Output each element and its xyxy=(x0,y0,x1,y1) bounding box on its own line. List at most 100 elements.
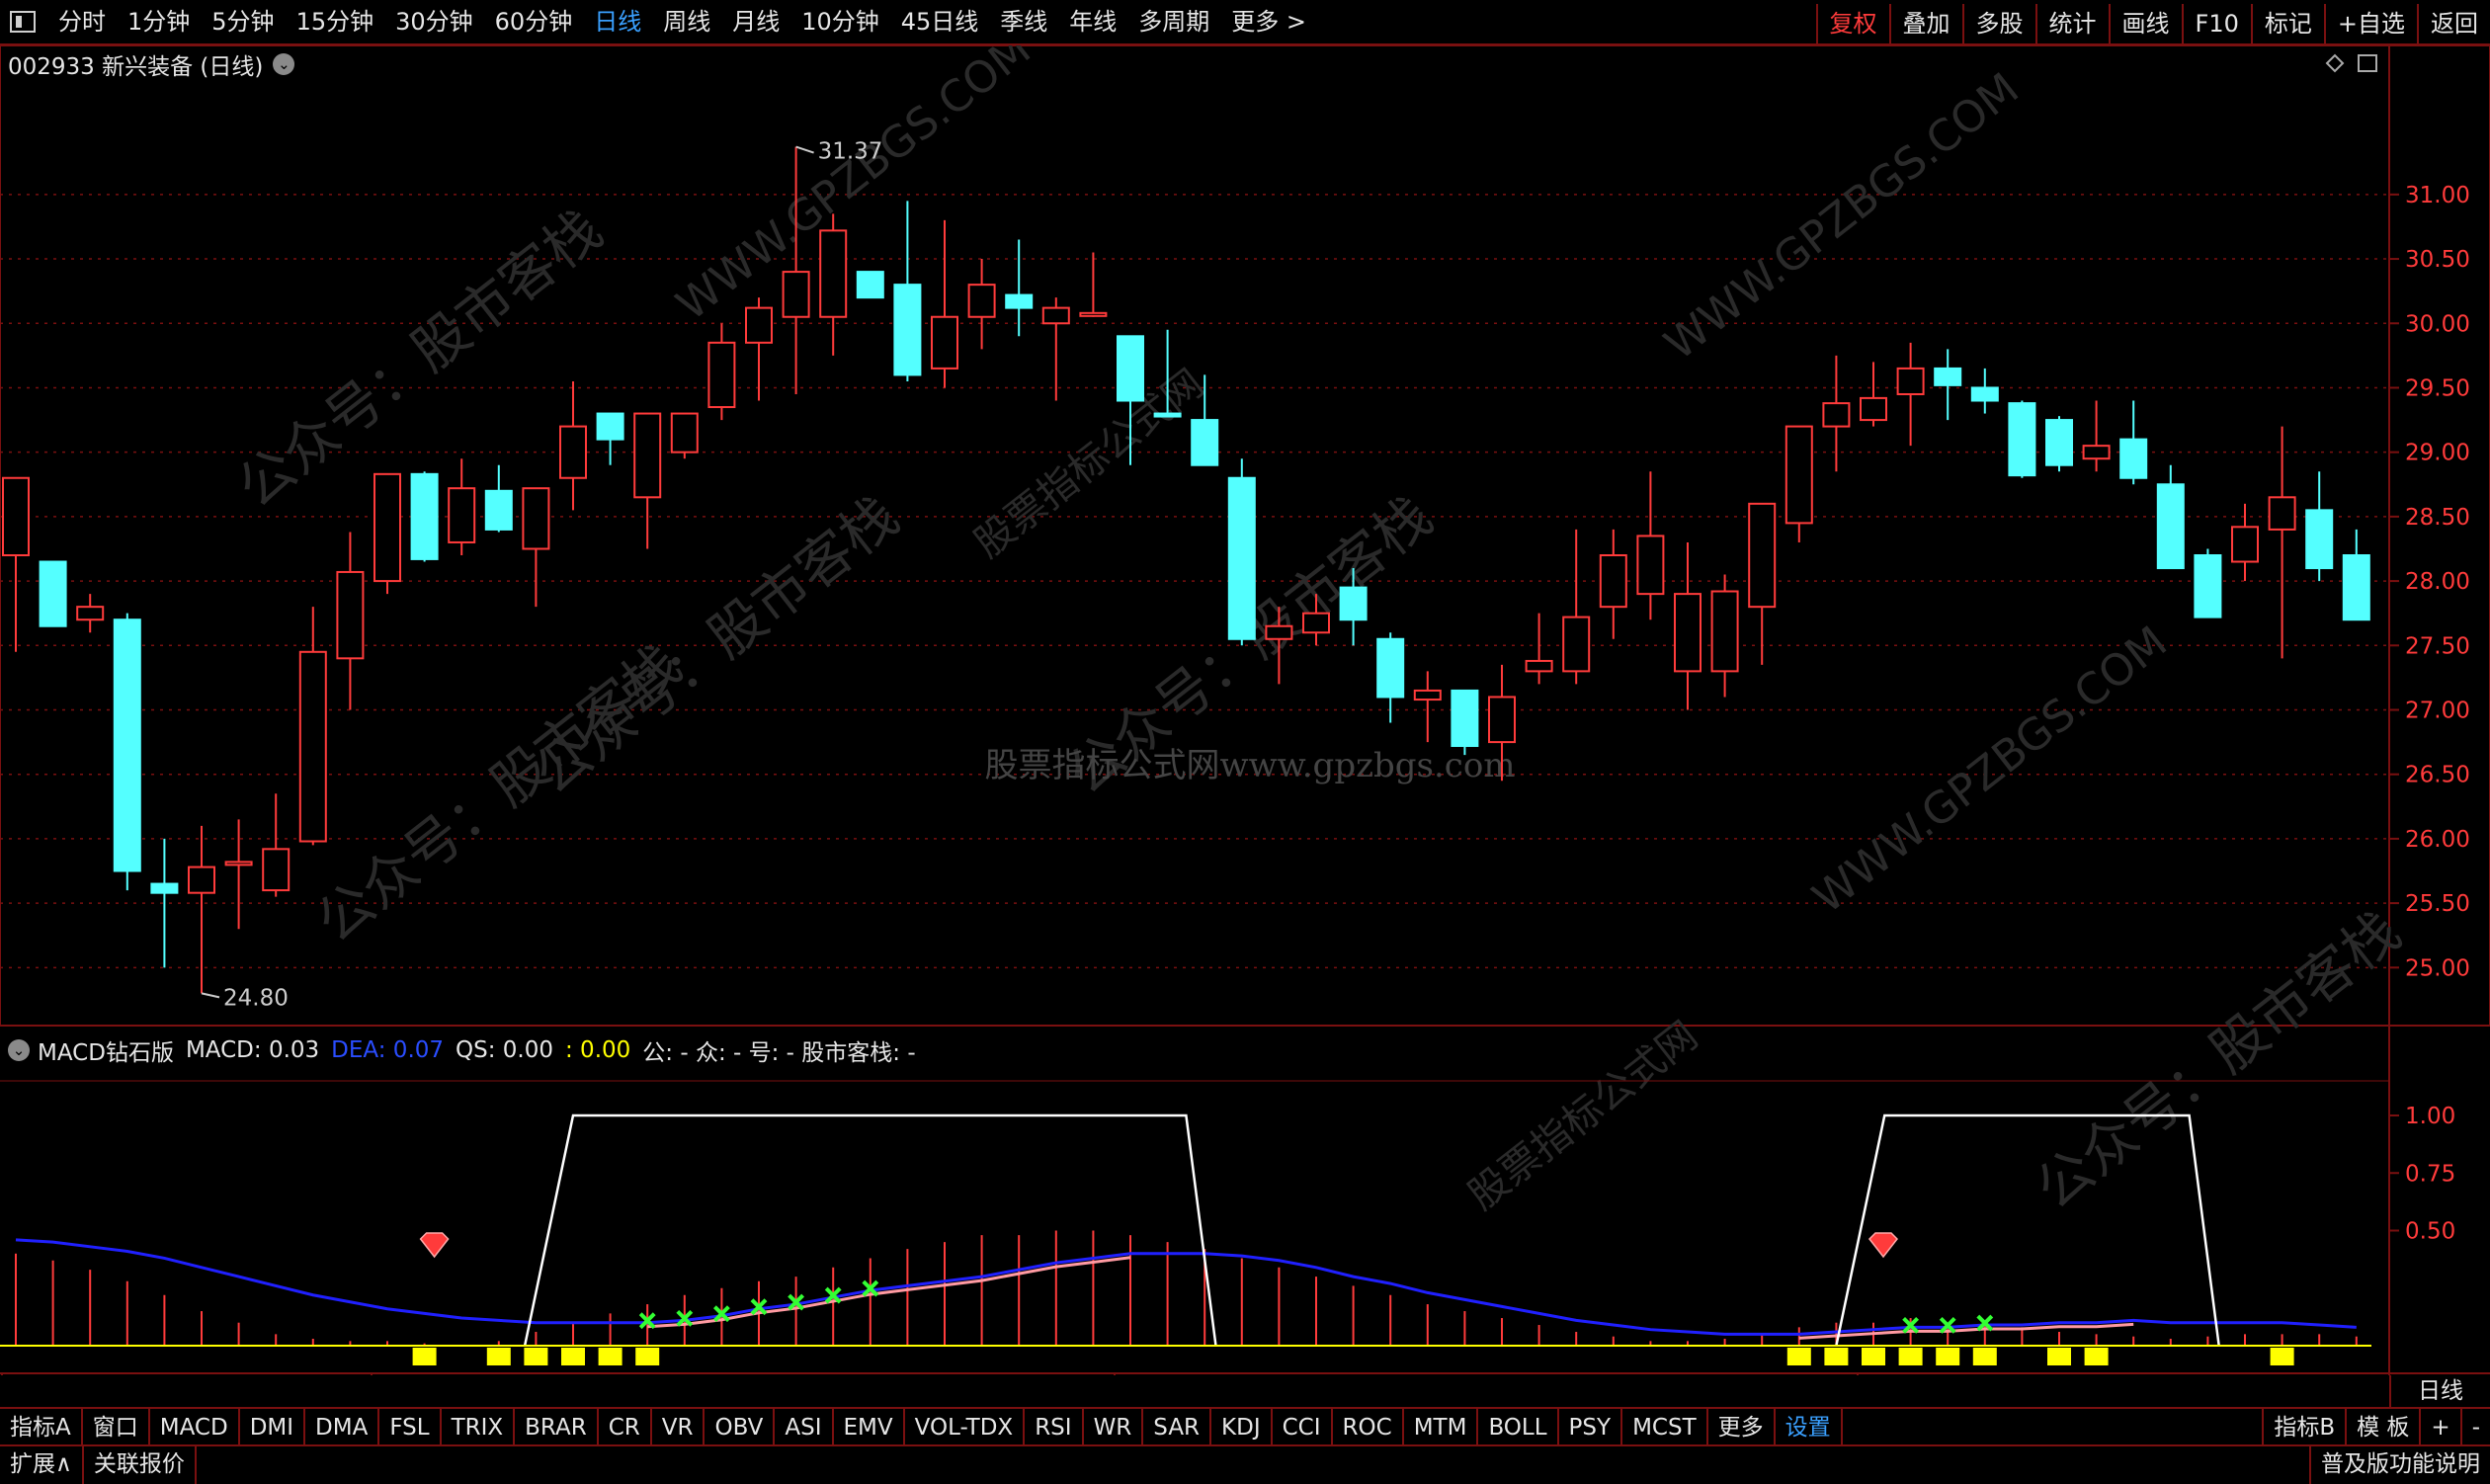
expand-button[interactable]: 扩展∧ xyxy=(0,1446,84,1484)
candle xyxy=(2119,400,2148,485)
candle-body-down xyxy=(2342,554,2370,621)
indicator-tab-12[interactable]: EMV xyxy=(834,1409,905,1444)
period-7[interactable]: 周线 xyxy=(652,0,721,44)
chart-area[interactable]: 31.00 30.50 30.00 29.50 29.00 28.50 28.00 27.50… xyxy=(0,45,2490,1375)
indicator-tabs: 指标A 窗口 MACD DMI DMA FSL TRIX BRAR CR VR OBV ASI EMV V… xyxy=(0,1407,2490,1446)
tab-right-2[interactable]: + xyxy=(2419,1409,2459,1444)
indicator-tab-5[interactable]: FSL xyxy=(379,1409,442,1444)
indicator-tab-2[interactable]: MACD xyxy=(150,1409,240,1444)
period-5[interactable]: 60分钟 xyxy=(484,0,584,44)
top-toolbar: 分时 1分钟 5分钟 15分钟 30分钟 60分钟 日线 周线 月线 10分钟 45日线 季线 年线 多周… xyxy=(0,0,2490,45)
indicator-tab-19[interactable]: ROC xyxy=(1333,1409,1404,1444)
indicator-tab-11[interactable]: ASI xyxy=(775,1409,834,1444)
candle xyxy=(336,532,365,710)
period-9[interactable]: 10分钟 xyxy=(790,0,890,44)
toolbar-button-1[interactable]: 叠加 xyxy=(1888,3,1962,43)
indicator-tab-3[interactable]: DMI xyxy=(240,1409,306,1444)
period-6[interactable]: 日线 xyxy=(583,0,652,44)
toolbar-button-0[interactable]: 复权 xyxy=(1815,3,1889,43)
period-2[interactable]: 5分钟 xyxy=(201,0,285,44)
main-y-tick-label: 26.00 xyxy=(2405,827,2470,853)
period-12[interactable]: 年线 xyxy=(1058,0,1127,44)
title-menu-icon[interactable]: ⌄ xyxy=(273,53,295,75)
indicator-tab-9[interactable]: VR xyxy=(652,1409,706,1444)
candle-body-down xyxy=(1451,689,1479,748)
tab-right-1[interactable]: 模 板 xyxy=(2345,1409,2419,1444)
candle xyxy=(484,464,513,533)
signal-block xyxy=(561,1348,585,1365)
period-14[interactable]: 更多 > xyxy=(1220,0,1317,44)
indicator-tab-13[interactable]: VOL-TDX xyxy=(905,1409,1026,1444)
candle-body-up xyxy=(633,412,662,499)
indicator-tab-10[interactable]: OBV xyxy=(705,1409,776,1444)
candle-body-up xyxy=(2,476,30,556)
candle xyxy=(1376,632,1405,723)
candle xyxy=(596,412,624,465)
indicator-name[interactable]: MACD钻石版 xyxy=(38,1033,174,1067)
toolbar-button-6[interactable]: 标记 xyxy=(2250,3,2324,43)
candle xyxy=(298,607,327,846)
indicator-tab-22[interactable]: PSY xyxy=(1559,1409,1623,1444)
indicator-tab-1[interactable]: 窗口 xyxy=(83,1409,150,1444)
indicator-tab-17[interactable]: KDJ xyxy=(1211,1409,1273,1444)
indicator-tab-23[interactable]: MCST xyxy=(1622,1409,1708,1444)
candle xyxy=(2305,471,2334,582)
candle-body-up xyxy=(262,848,290,892)
indicator-tab-20[interactable]: MTM xyxy=(1404,1409,1479,1444)
main-y-tick-label: 31.00 xyxy=(2405,183,2470,208)
candle-body-down xyxy=(2119,438,2148,479)
candle xyxy=(633,412,662,549)
candle-body-up xyxy=(1822,402,1851,428)
candle xyxy=(1896,342,1925,447)
toolbar-button-3[interactable]: 统计 xyxy=(2034,3,2109,43)
panel-toggle-icon[interactable] xyxy=(10,11,36,33)
signal-block xyxy=(1898,1348,1923,1365)
toolbar-button-7[interactable]: +自选 xyxy=(2323,3,2417,43)
indicator-tab-8[interactable]: CR xyxy=(599,1409,652,1444)
indicator-tab-14[interactable]: RSI xyxy=(1025,1409,1084,1444)
period-13[interactable]: 多周期 xyxy=(1127,0,1220,44)
indicator-tab-7[interactable]: BRAR xyxy=(515,1409,599,1444)
indicator-tab-16[interactable]: SAR xyxy=(1143,1409,1212,1444)
candle xyxy=(39,560,67,627)
candle xyxy=(2156,464,2185,570)
toolbar-button-4[interactable]: 画线 xyxy=(2108,3,2182,43)
period-10[interactable]: 45日线 xyxy=(890,0,990,44)
signal-block xyxy=(412,1348,437,1365)
indicator-tab-0[interactable]: 指标A xyxy=(0,1409,83,1444)
indicator-tab-4[interactable]: DMA xyxy=(305,1409,380,1444)
indicator-tab-18[interactable]: CCI xyxy=(1273,1409,1333,1444)
toolbar-button-2[interactable]: 多股 xyxy=(1961,3,2035,43)
period-11[interactable]: 季线 xyxy=(989,0,1058,44)
period-4[interactable]: 30分钟 xyxy=(384,0,484,44)
candle-body-up xyxy=(967,284,996,318)
candle-body-down xyxy=(2156,483,2185,570)
indicator-tab-15[interactable]: WR xyxy=(1084,1409,1144,1444)
candle xyxy=(1710,574,1739,698)
candle xyxy=(2342,529,2370,621)
tab-right-0[interactable]: 指标B xyxy=(2262,1409,2345,1444)
candle-body-up xyxy=(1674,593,1702,673)
linked-quote-button[interactable]: 关联报价 xyxy=(84,1446,197,1484)
toolbar-button-8[interactable]: 返回 xyxy=(2417,3,2490,43)
candle-body-down xyxy=(2194,554,2222,618)
toolbar-button-5[interactable]: F10 xyxy=(2181,3,2251,43)
version-info[interactable]: 普及版功能说明 xyxy=(2309,1446,2490,1484)
panel-layout-icon xyxy=(2358,54,2377,72)
qs-line xyxy=(1835,1113,2220,1347)
period-0[interactable]: 分时 xyxy=(47,0,117,44)
indicator-tab-21[interactable]: BOLL xyxy=(1478,1409,1559,1444)
period-1[interactable]: 1分钟 xyxy=(117,0,201,44)
indicator-tab-6[interactable]: TRIX xyxy=(442,1409,516,1444)
tab-right-3[interactable]: - xyxy=(2459,1409,2490,1444)
candle-body-up xyxy=(336,570,365,660)
indicator-menu-icon[interactable]: ⌄ xyxy=(8,1039,30,1061)
candle-body-down xyxy=(150,882,179,894)
candle xyxy=(1934,349,1962,421)
period-8[interactable]: 月线 xyxy=(721,0,790,44)
candle-body-up xyxy=(707,341,736,409)
period-3[interactable]: 15分钟 xyxy=(286,0,385,44)
indicator-tab-24[interactable]: 更多 xyxy=(1708,1409,1776,1444)
indicator-tab-25[interactable]: 设置 xyxy=(1776,1409,1843,1444)
candle-body-down xyxy=(2305,509,2334,570)
